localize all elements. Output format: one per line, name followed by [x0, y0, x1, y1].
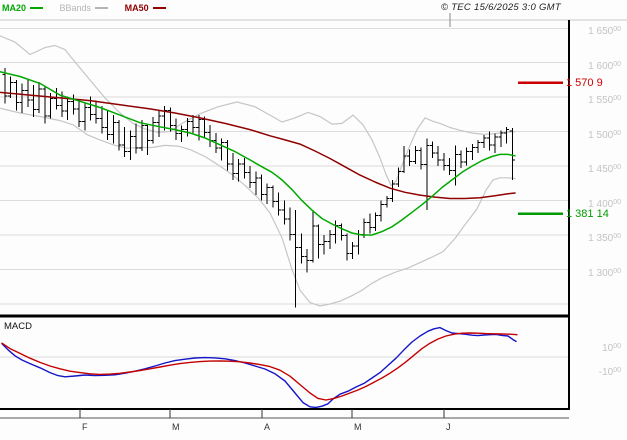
bollinger-lower-band — [0, 107, 516, 307]
chart-legend: MA20 BBands MA50 — [2, 3, 180, 13]
macd-line — [1, 326, 517, 409]
legend-bbands-label: BBands — [59, 3, 92, 13]
legend-ma20-label: MA20 — [2, 3, 27, 13]
ma50-line-swatch — [152, 6, 166, 9]
legend-item-bbands: BBands — [60, 3, 117, 13]
legend-item-ma20: MA20 — [2, 3, 51, 13]
macd-panel-label: MACD — [4, 321, 32, 332]
chart-canvas — [0, 13, 627, 419]
legend-item-ma50: MA50 — [125, 3, 174, 13]
bbands-line-swatch — [95, 6, 109, 9]
macd-signal-line — [1, 332, 518, 401]
legend-ma50-label: MA50 — [124, 3, 149, 13]
ma20-line-swatch — [30, 6, 44, 9]
stock-chart-page: MA20 BBands MA50 © TEC 15/6/2025 3:0 GMT… — [0, 0, 627, 440]
copyright-watermark: © TEC 15/6/2025 3:0 GMT — [440, 2, 561, 13]
